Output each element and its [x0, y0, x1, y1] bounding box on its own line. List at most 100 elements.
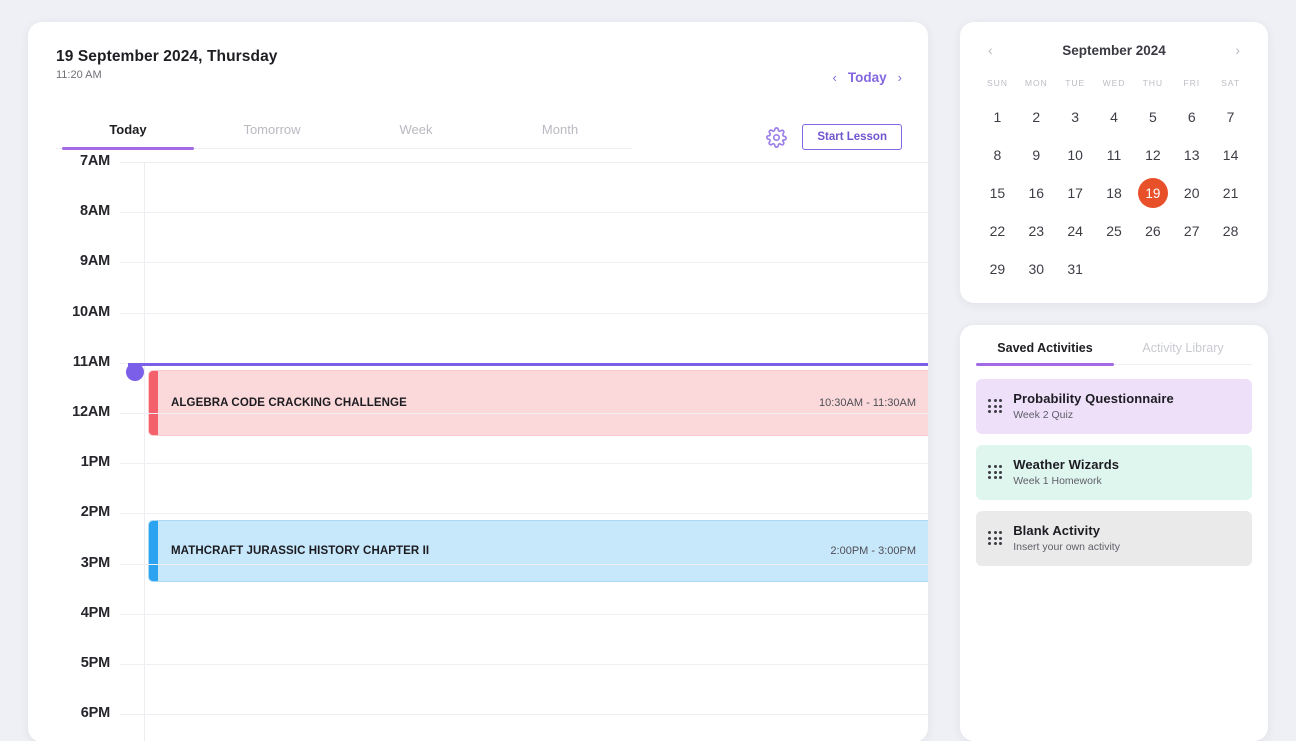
calendar-day-4[interactable]: 4 [1095, 101, 1134, 133]
current-time-dot[interactable] [126, 362, 144, 381]
calendar-day-26[interactable]: 26 [1133, 215, 1172, 247]
tab-month[interactable]: Month [488, 122, 632, 148]
activity-text: Blank Activity Insert your own activity [1013, 523, 1120, 553]
hour-divider [120, 162, 928, 163]
activities-tabs: Saved Activities Activity Library [976, 341, 1252, 366]
drag-handle-icon[interactable] [988, 464, 1003, 480]
time-label: 9AM [79, 253, 110, 270]
drag-handle-icon[interactable] [988, 398, 1003, 414]
calendar-day-17[interactable]: 17 [1056, 177, 1095, 209]
weekday-label: WED [1102, 78, 1126, 88]
time-label: 12AM [72, 403, 110, 420]
calendar-day-29[interactable]: 29 [978, 253, 1017, 285]
tab-saved-activities[interactable]: Saved Activities [976, 341, 1114, 366]
timeline-row: 10AM [28, 304, 928, 363]
calendar-day-28[interactable]: 28 [1211, 215, 1250, 247]
current-time-label: 11:20 AM [56, 69, 102, 81]
header-actions: Start Lesson [764, 124, 902, 150]
activity-subtitle: Insert your own activity [1013, 541, 1120, 553]
calendar-day-9[interactable]: 9 [1017, 139, 1056, 171]
calendar-day-15[interactable]: 15 [978, 177, 1017, 209]
activity-text: Weather Wizards Week 1 Homework [1013, 457, 1119, 487]
timeline-row: 4PM [28, 605, 928, 664]
next-month-icon[interactable]: › [1231, 42, 1244, 58]
time-label: 7AM [79, 153, 110, 169]
calendar-day-18[interactable]: 18 [1095, 177, 1134, 209]
activity-name: Weather Wizards [1013, 457, 1120, 472]
calendar-day-22[interactable]: 22 [978, 215, 1017, 247]
event-time-range: 10:30AM - 11:30AM [818, 396, 916, 409]
activity-subtitle: Week 2 Quiz [1013, 409, 1074, 421]
calendar-day-21[interactable]: 21 [1211, 177, 1250, 209]
app-root: 19 September 2024, Thursday 11:20 AM ‹ T… [0, 0, 1296, 741]
tab-week[interactable]: Week [344, 122, 488, 148]
today-button[interactable]: Today [848, 70, 887, 85]
time-label: 8AM [79, 203, 110, 220]
calendar-day-11[interactable]: 11 [1095, 139, 1134, 171]
time-label: 2PM [80, 504, 110, 521]
weekday-label: SUN [986, 78, 1008, 88]
calendar-day-5[interactable]: 5 [1133, 101, 1172, 133]
tab-activity-library[interactable]: Activity Library [1114, 341, 1252, 364]
calendar-day-13[interactable]: 13 [1172, 139, 1211, 171]
mini-calendar-days: 1 2 3 4 5 6 7 8 9 10 11 12 13 14 15 16 17 18 19 20 21 22 23 24 2… [978, 101, 1250, 285]
timeline-row: 1PM [28, 454, 928, 513]
time-label: 3PM [80, 554, 110, 571]
tab-tomorrow[interactable]: Tomorrow [200, 122, 344, 148]
timeline-row: 9AM [28, 253, 928, 312]
calendar-day-12[interactable]: 12 [1133, 139, 1172, 171]
tab-today[interactable]: Today [56, 122, 200, 150]
time-label: 1PM [80, 454, 110, 471]
time-label: 5PM [80, 654, 110, 671]
activity-name: Probability Questionnaire [1013, 391, 1174, 406]
calendar-day-3[interactable]: 3 [1056, 101, 1095, 133]
gear-icon[interactable] [764, 125, 788, 149]
calendar-day-1[interactable]: 1 [978, 101, 1017, 133]
calendar-day-selected: 19 [1137, 178, 1168, 208]
weekday-header-row: SUN MON TUE WED THU FRI SAT [978, 78, 1250, 88]
timeline-row: 12AM [28, 404, 928, 463]
calendar-day-6[interactable]: 6 [1172, 101, 1211, 133]
calendar-day-19[interactable]: 19 [1133, 177, 1172, 209]
calendar-day-24[interactable]: 24 [1056, 215, 1095, 247]
calendar-day-25[interactable]: 25 [1095, 215, 1134, 247]
prev-month-icon[interactable]: ‹ [984, 42, 997, 58]
timeline-row: 5PM [28, 655, 928, 714]
event-title: ALGEBRA CODE CRACKING CHALLENGE [171, 396, 407, 409]
calendar-day-14[interactable]: 14 [1211, 139, 1250, 171]
calendar-day-8[interactable]: 8 [978, 139, 1017, 171]
activity-name: Blank Activity [1013, 523, 1101, 538]
next-day-icon[interactable]: › [898, 70, 902, 85]
weekday-label: MON [1024, 78, 1048, 88]
drag-handle-icon[interactable] [988, 530, 1003, 546]
calendar-day-27[interactable]: 27 [1172, 215, 1211, 247]
activity-card[interactable]: Probability Questionnaire Week 2 Quiz [976, 379, 1252, 434]
activity-text: Probability Questionnaire Week 2 Quiz [1013, 391, 1174, 421]
time-label: 11AM [72, 353, 110, 370]
calendar-day-30[interactable]: 30 [1017, 253, 1056, 285]
activity-subtitle: Week 1 Homework [1013, 475, 1102, 487]
weekday-label: THU [1142, 78, 1164, 88]
calendar-day-10[interactable]: 10 [1056, 139, 1095, 171]
calendar-day-31[interactable]: 31 [1056, 253, 1095, 285]
hour-divider [120, 312, 928, 314]
hour-divider [120, 613, 928, 615]
calendar-day-7[interactable]: 7 [1211, 101, 1250, 133]
day-timeline-grid: 7AM 8AM 9AM 10AM 11AM ALGEBRA CODE CRACK… [28, 153, 928, 741]
weekday-label: FRI [1183, 78, 1200, 88]
prev-day-icon[interactable]: ‹ [833, 70, 837, 85]
activity-card[interactable]: Weather Wizards Week 1 Homework [976, 445, 1252, 500]
schedule-header: 19 September 2024, Thursday 11:20 AM ‹ T… [28, 22, 928, 122]
activity-card[interactable]: Blank Activity Insert your own activity [976, 511, 1252, 566]
schedule-panel: 19 September 2024, Thursday 11:20 AM ‹ T… [28, 22, 928, 741]
start-lesson-button[interactable]: Start Lesson [802, 124, 902, 150]
calendar-day-16[interactable]: 16 [1017, 177, 1056, 209]
calendar-day-20[interactable]: 20 [1172, 177, 1211, 209]
event-time-range: 2:00PM - 3:00PM [830, 545, 916, 558]
calendar-day-2[interactable]: 2 [1017, 101, 1056, 133]
hour-divider [120, 663, 928, 665]
page-title: 19 September 2024, Thursday [56, 48, 278, 65]
calendar-day-23[interactable]: 23 [1017, 215, 1056, 247]
weekday-label: SAT [1221, 78, 1240, 88]
time-label: 6PM [80, 705, 110, 722]
